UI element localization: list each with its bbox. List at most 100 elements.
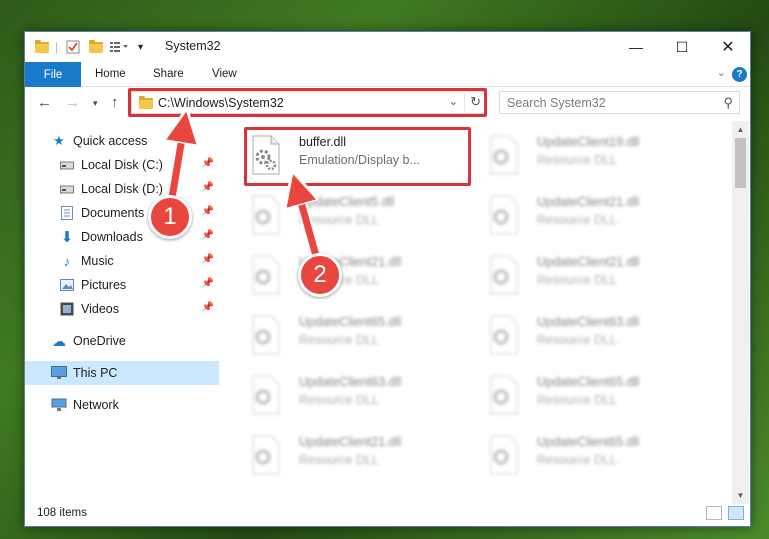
- folder-icon: [35, 38, 49, 56]
- pin-icon[interactable]: 📌: [202, 206, 214, 217]
- file-description: Resource DLL: [299, 453, 379, 467]
- file-name: UpdateClient65.dll: [537, 375, 640, 389]
- file-item[interactable]: UpdateClient21.dll Resource DLL: [243, 247, 473, 299]
- navigation-bar: ← → ▾ ↑ C:\Windows\System32 ⌄ ↻ Search S…: [25, 87, 750, 121]
- title-bar: | ▾ System32 — ☐ ✕: [25, 32, 750, 62]
- sidebar-item-label: Quick access: [73, 134, 148, 148]
- vertical-scrollbar[interactable]: ▲ ▼: [732, 121, 749, 504]
- file-item[interactable]: UpdateClient21.dll Resource DLL: [481, 247, 711, 299]
- sidebar-item-network[interactable]: Network: [25, 393, 219, 417]
- file-item[interactable]: UpdateClient5.dll Resource DLL: [243, 187, 473, 239]
- file-explorer-window: | ▾ System32 — ☐ ✕ File Home Share View …: [24, 31, 751, 527]
- pin-icon[interactable]: 📌: [202, 254, 214, 265]
- properties-icon[interactable]: [66, 38, 80, 56]
- file-description: Resource DLL: [537, 333, 617, 347]
- back-arrow-icon[interactable]: ←: [37, 95, 52, 110]
- sidebar-item-downloads[interactable]: ⬇ Downloads 📌: [25, 225, 219, 249]
- status-bar: 108 items: [25, 502, 750, 526]
- file-name: UpdateClient21.dll: [299, 435, 402, 449]
- file-name: UpdateClient63.dll: [299, 375, 402, 389]
- sidebar-item-quick-access[interactable]: ★ Quick access: [25, 129, 219, 153]
- dll-file-icon: [487, 255, 521, 295]
- new-folder-icon[interactable]: [89, 38, 103, 56]
- sidebar-item-music[interactable]: ♪ Music 📌: [25, 249, 219, 273]
- sidebar-item-label: Pictures: [81, 278, 127, 292]
- pin-icon[interactable]: 📌: [202, 158, 214, 169]
- tab-view[interactable]: View: [212, 68, 237, 80]
- sidebar-item-onedrive[interactable]: ☁ OneDrive: [25, 329, 219, 353]
- pin-icon[interactable]: 📌: [202, 278, 214, 289]
- item-count: 108 items: [37, 507, 87, 519]
- dll-file-icon: [249, 315, 283, 355]
- file-item[interactable]: UpdateClient63.dll Resource DLL: [481, 307, 711, 359]
- tab-file[interactable]: File: [25, 62, 81, 87]
- callout-badge-2: 2: [298, 253, 342, 297]
- pin-icon[interactable]: 📌: [202, 302, 214, 313]
- file-item[interactable]: UpdateClient19.dll Resource DLL: [481, 127, 711, 179]
- monitor-icon: [51, 365, 67, 381]
- window-title: System32: [165, 39, 221, 53]
- sidebar-item-this-pc[interactable]: This PC: [25, 361, 219, 385]
- quick-access-dropdown-icon[interactable]: ▾: [138, 38, 143, 56]
- scroll-up-icon[interactable]: ▲: [732, 121, 749, 138]
- large-icons-view-icon[interactable]: [728, 506, 744, 520]
- sidebar-item-label: Videos: [81, 302, 119, 316]
- download-arrow-icon: ⬇: [60, 229, 74, 246]
- drive-icon: [59, 181, 75, 197]
- pictures-icon: [59, 277, 75, 293]
- customize-quick-access-icon[interactable]: [109, 38, 129, 56]
- sidebar-item-label: Documents: [81, 206, 145, 220]
- file-item[interactable]: UpdateClient65.dll Resource DLL: [481, 427, 711, 479]
- network-icon: [51, 397, 67, 413]
- tab-share[interactable]: Share: [153, 68, 184, 80]
- file-name: UpdateClient19.dll: [537, 135, 640, 149]
- file-description: Resource DLL: [299, 393, 379, 407]
- file-item[interactable]: UpdateClient21.dll Resource DLL: [243, 427, 473, 479]
- minimize-icon[interactable]: —: [613, 32, 659, 62]
- tab-home[interactable]: Home: [95, 68, 126, 80]
- star-icon: ★: [53, 133, 65, 148]
- file-item[interactable]: UpdateClient21.dll Resource DLL: [481, 187, 711, 239]
- search-placeholder: Search System32: [507, 96, 606, 110]
- maximize-icon[interactable]: ☐: [659, 32, 705, 62]
- sidebar-item-local-disk-c[interactable]: Local Disk (C:) 📌: [25, 153, 219, 177]
- drive-icon: [59, 157, 75, 173]
- callout-badge-1: 1: [148, 195, 192, 239]
- file-description: Resource DLL: [537, 393, 617, 407]
- cloud-icon: ☁: [52, 332, 66, 349]
- scrollbar-thumb[interactable]: [735, 138, 746, 188]
- sidebar-item-videos[interactable]: Videos 📌: [25, 297, 219, 321]
- pin-icon[interactable]: 📌: [202, 182, 214, 193]
- file-item[interactable]: UpdateClient65.dll Resource DLL: [243, 307, 473, 359]
- sidebar-item-label: Local Disk (D:): [81, 182, 163, 196]
- details-view-icon[interactable]: [706, 506, 722, 520]
- search-input[interactable]: Search System32 ⚲: [499, 91, 740, 114]
- documents-icon: [59, 205, 75, 221]
- pin-icon[interactable]: 📌: [202, 230, 214, 241]
- sidebar-item-label: Downloads: [81, 230, 143, 244]
- sidebar-item-label: OneDrive: [73, 334, 126, 348]
- sidebar-item-label: Local Disk (C:): [81, 158, 163, 172]
- search-icon[interactable]: ⚲: [723, 95, 733, 111]
- file-description: Resource DLL: [537, 213, 617, 227]
- dll-file-icon: [249, 435, 283, 475]
- recent-locations-icon[interactable]: ▾: [93, 99, 98, 108]
- close-icon[interactable]: ✕: [705, 32, 751, 62]
- dll-file-icon: [249, 375, 283, 415]
- file-name: UpdateClient65.dll: [299, 315, 402, 329]
- help-icon[interactable]: ?: [732, 67, 747, 82]
- sidebar-item-pictures[interactable]: Pictures 📌: [25, 273, 219, 297]
- file-item[interactable]: UpdateClient65.dll Resource DLL: [481, 367, 711, 419]
- forward-arrow-icon[interactable]: →: [65, 95, 80, 110]
- navigation-pane: ★ Quick access Local Disk (C:) 📌 Local D…: [25, 121, 219, 501]
- address-highlight-box: [128, 88, 487, 117]
- file-name: UpdateClient63.dll: [537, 315, 640, 329]
- up-arrow-icon[interactable]: ↑: [111, 95, 119, 110]
- file-name: UpdateClient5.dll: [299, 195, 395, 209]
- file-description: Resource DLL: [537, 273, 617, 287]
- expand-ribbon-icon[interactable]: ⌄: [717, 66, 726, 79]
- file-item[interactable]: UpdateClient63.dll Resource DLL: [243, 367, 473, 419]
- sidebar-item-label: This PC: [73, 366, 118, 380]
- sidebar-item-local-disk-d[interactable]: Local Disk (D:) 📌: [25, 177, 219, 201]
- file-name: UpdateClient21.dll: [537, 195, 640, 209]
